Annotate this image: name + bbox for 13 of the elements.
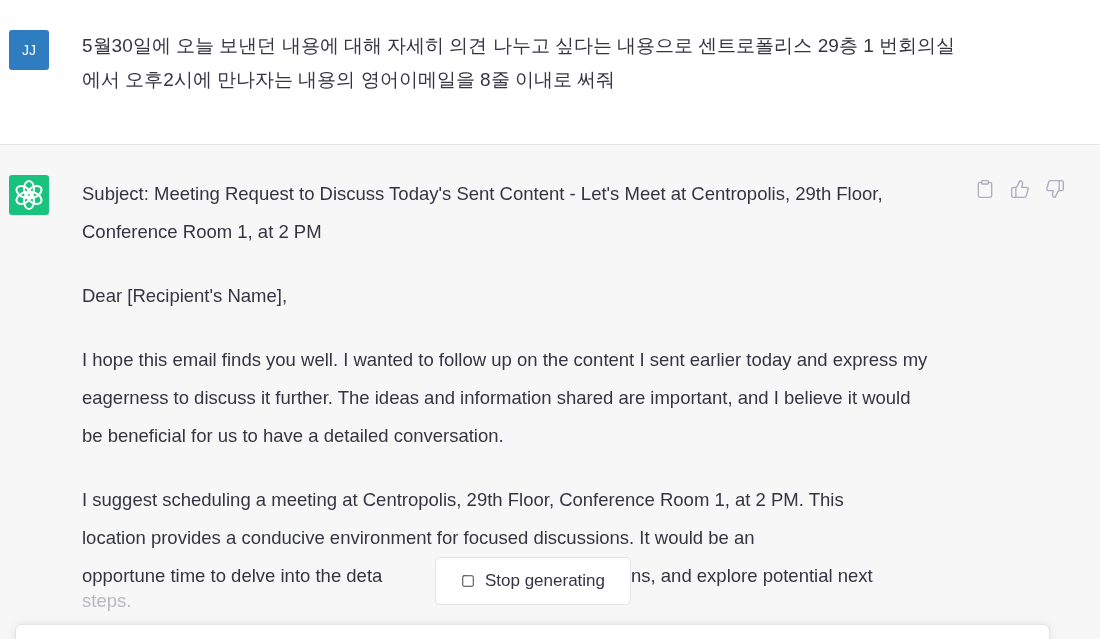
user-message: 5월30일에 오늘 보낸던 내용에 대해 자세히 의견 나누고 싶다는 내용으로 센트로폴리스 29층 1 번회의실에서 오후2시에 만나자는 내용의 영어이메일을 8줄 이내로 써줘 — [82, 34, 957, 92]
user-avatar: JJ — [9, 30, 49, 70]
assistant-logo-icon — [9, 175, 49, 215]
message-line: I suggest scheduling a meeting at Centropolis, 29th Floor, Conference Room 1, at 2 PM. This — [82, 488, 845, 512]
message-paragraph: I hope this email finds you well. I wanted to follow up on the content I sent earlier today and express my eagerness to discuss it further. The ideas and information shared are important, and I believe it would be beneficial for us to have a detailed conversation. — [82, 348, 929, 448]
message-line: ns, and explore potential next — [631, 564, 873, 588]
message-line: opportune time to delve into the deta — [82, 564, 384, 588]
stop-icon — [460, 574, 475, 588]
message-paragraph: Subject: Meeting Request to Discuss Today's Sent Content - Let's Meet at Centropolis, 29th Floor, Conference Room 1, at 2 PM — [82, 182, 884, 244]
message-paragraph: Dear [Recipient's Name], — [82, 284, 289, 308]
stop-generating-button[interactable]: Stop generating — [435, 557, 631, 605]
message-line: location provides a conducive environment for focused discussions. It would be an — [82, 526, 756, 550]
message-line: steps. — [82, 591, 133, 611]
